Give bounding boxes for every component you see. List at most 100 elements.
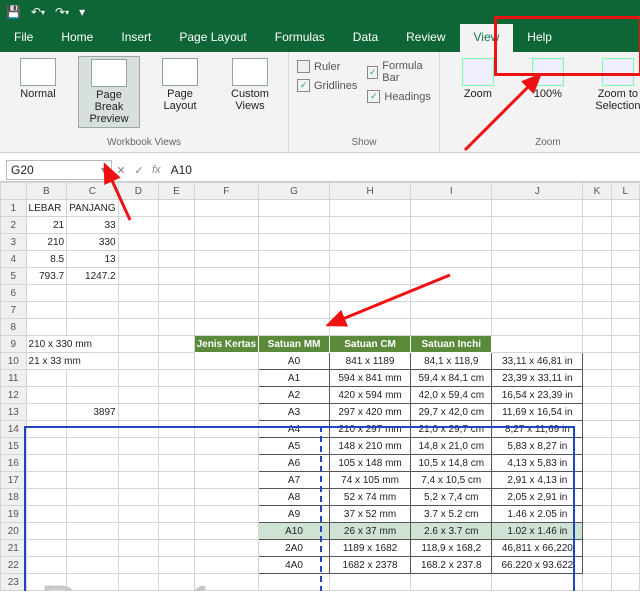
cell[interactable] xyxy=(194,523,258,540)
cell[interactable] xyxy=(492,217,583,234)
cell[interactable] xyxy=(611,251,639,268)
cell[interactable] xyxy=(194,506,258,523)
column-header[interactable]: B xyxy=(26,183,67,200)
row-header[interactable]: 5 xyxy=(1,268,27,285)
cell[interactable] xyxy=(583,404,611,421)
cell[interactable]: 7,4 x 10,5 cm xyxy=(411,472,492,489)
cell[interactable]: 3.7 x 5.2 cm xyxy=(411,506,492,523)
cell[interactable] xyxy=(118,506,159,523)
cell[interactable] xyxy=(118,370,159,387)
cell[interactable] xyxy=(118,472,159,489)
formula-input[interactable]: A10 xyxy=(165,163,640,177)
cell[interactable] xyxy=(583,251,611,268)
cell[interactable] xyxy=(118,217,159,234)
cell[interactable] xyxy=(492,268,583,285)
cell[interactable]: 14,8 x 21,0 cm xyxy=(411,438,492,455)
cell[interactable] xyxy=(611,506,639,523)
cell[interactable] xyxy=(159,404,194,421)
cell[interactable] xyxy=(26,370,67,387)
column-header[interactable]: H xyxy=(330,183,411,200)
cell[interactable] xyxy=(330,217,411,234)
cell[interactable] xyxy=(194,319,258,336)
cell[interactable]: 29,7 x 42,0 cm xyxy=(411,404,492,421)
cell[interactable] xyxy=(67,540,119,557)
cell[interactable] xyxy=(259,234,330,251)
tab-view[interactable]: View xyxy=(460,24,514,52)
cell[interactable]: 21,0 x 29,7 cm xyxy=(411,421,492,438)
tab-formulas[interactable]: Formulas xyxy=(261,24,339,52)
cell[interactable] xyxy=(259,251,330,268)
cell[interactable]: 2,91 x 4,13 in xyxy=(492,472,583,489)
cell[interactable] xyxy=(67,421,119,438)
cell[interactable]: 66.220 x 93.622 xyxy=(492,557,583,574)
cell[interactable] xyxy=(159,438,194,455)
redo-icon[interactable]: ↷▾ xyxy=(55,5,69,19)
cell[interactable] xyxy=(492,319,583,336)
row-header[interactable]: 6 xyxy=(1,285,27,302)
cell[interactable] xyxy=(159,455,194,472)
cell[interactable] xyxy=(330,251,411,268)
cell[interactable] xyxy=(67,285,119,302)
cell[interactable]: Jenis Kertas xyxy=(194,336,258,353)
cell[interactable] xyxy=(118,404,159,421)
cell[interactable]: A9 xyxy=(259,506,330,523)
cell[interactable] xyxy=(159,251,194,268)
cell[interactable]: 33 xyxy=(67,217,119,234)
cell[interactable]: 3897 xyxy=(67,404,119,421)
cell[interactable]: 5,2 x 7,4 cm xyxy=(411,489,492,506)
cell[interactable] xyxy=(583,455,611,472)
cell[interactable]: 420 x 594 mm xyxy=(330,387,411,404)
headings-checkbox[interactable]: ✓Headings xyxy=(367,90,430,103)
cell[interactable] xyxy=(67,387,119,404)
column-header[interactable]: K xyxy=(583,183,611,200)
cell[interactable] xyxy=(118,234,159,251)
cell[interactable] xyxy=(611,268,639,285)
cell[interactable]: 841 x 1189 xyxy=(330,353,411,370)
cell[interactable] xyxy=(118,336,159,353)
cell[interactable] xyxy=(611,404,639,421)
cell[interactable] xyxy=(492,200,583,217)
row-header[interactable]: 14 xyxy=(1,421,27,438)
undo-icon[interactable]: ↶▾ xyxy=(31,5,45,19)
cell[interactable] xyxy=(159,506,194,523)
cell[interactable] xyxy=(492,336,583,353)
cell[interactable]: Satuan Inchi xyxy=(411,336,492,353)
cell[interactable]: LEBAR xyxy=(26,200,67,217)
qat-customize-icon[interactable]: ▾ xyxy=(79,5,85,19)
cell[interactable]: 4A0 xyxy=(259,557,330,574)
column-header[interactable]: I xyxy=(411,183,492,200)
cell[interactable] xyxy=(330,574,411,591)
gridlines-checkbox[interactable]: ✓Gridlines xyxy=(297,79,357,92)
row-header[interactable]: 22 xyxy=(1,557,27,574)
cell[interactable]: 2A0 xyxy=(259,540,330,557)
cell[interactable] xyxy=(26,455,67,472)
cell[interactable] xyxy=(194,200,258,217)
cell[interactable] xyxy=(26,319,67,336)
cell[interactable] xyxy=(583,574,611,591)
cell[interactable] xyxy=(159,302,194,319)
cell[interactable] xyxy=(583,336,611,353)
cell[interactable] xyxy=(611,387,639,404)
cell[interactable] xyxy=(118,200,159,217)
cell[interactable]: 210 x 297 mm xyxy=(330,421,411,438)
cell[interactable] xyxy=(159,370,194,387)
cell[interactable] xyxy=(611,217,639,234)
formula-bar-checkbox[interactable]: ✓Formula Bar xyxy=(367,60,430,84)
column-header[interactable]: L xyxy=(611,183,639,200)
cell[interactable] xyxy=(67,523,119,540)
row-header[interactable]: 11 xyxy=(1,370,27,387)
cell[interactable]: 42,0 x 59,4 cm xyxy=(411,387,492,404)
cell[interactable] xyxy=(611,319,639,336)
row-header[interactable]: 16 xyxy=(1,455,27,472)
cell[interactable] xyxy=(159,268,194,285)
row-header[interactable]: 18 xyxy=(1,489,27,506)
cell[interactable] xyxy=(611,540,639,557)
tab-help[interactable]: Help xyxy=(513,24,566,52)
cell[interactable] xyxy=(118,489,159,506)
cell[interactable] xyxy=(26,285,67,302)
cell[interactable] xyxy=(26,421,67,438)
row-header[interactable]: 9 xyxy=(1,336,27,353)
cell[interactable] xyxy=(259,319,330,336)
cell[interactable] xyxy=(118,557,159,574)
column-header[interactable]: C xyxy=(67,183,119,200)
